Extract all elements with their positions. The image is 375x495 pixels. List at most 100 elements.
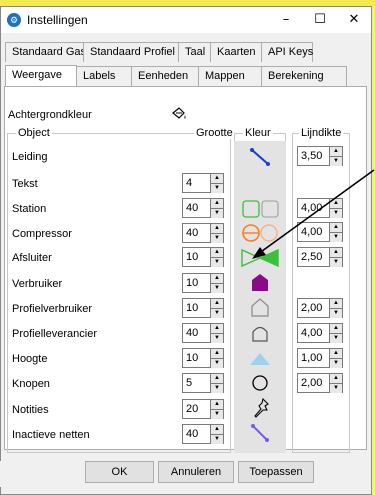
row-name-profielleverancier: Profielleverancier xyxy=(12,328,97,340)
color-swatch-verbruiker[interactable] xyxy=(234,272,286,294)
stepper-arrows[interactable]: ▲ ▼ xyxy=(210,274,223,293)
tab-standaard-gas[interactable]: Standaard Gas xyxy=(5,42,86,62)
pin-icon xyxy=(254,397,269,418)
paint-bucket-icon[interactable] xyxy=(170,106,188,122)
linewidth-stepper-compressor[interactable]: 4,00 ▲ ▼ xyxy=(297,222,343,242)
row-name-inactieve-netten: Inactieve netten xyxy=(12,429,90,441)
color-swatch-station[interactable] xyxy=(234,198,286,220)
color-swatch-profielleverancier[interactable] xyxy=(234,322,286,344)
consumer-icon xyxy=(252,274,268,291)
size-stepper-notities[interactable]: 20 ▲ ▼ xyxy=(182,399,224,419)
size-stepper-compressor[interactable]: 40 ▲ ▼ xyxy=(182,223,224,243)
stepper-arrows[interactable]: ▲ ▼ xyxy=(329,147,342,166)
color-swatch-afsluiter[interactable] xyxy=(234,247,286,269)
row-name-tekst: Tekst xyxy=(12,178,38,190)
maximize-button[interactable]: ☐ xyxy=(303,7,337,33)
tab-row-1: Standaard Gas Standaard Profiel Taal Kaa… xyxy=(5,42,313,63)
linewidth-stepper-leiding[interactable]: 3,50 ▲ ▼ xyxy=(297,146,343,166)
tab-labels[interactable]: Labels xyxy=(76,66,132,86)
stepper-arrows[interactable]: ▲ ▼ xyxy=(210,224,223,243)
tab-taal[interactable]: Taal xyxy=(178,42,211,62)
size-stepper-inactieve-netten[interactable]: 40 ▲ ▼ xyxy=(182,424,224,444)
node-icon xyxy=(252,375,268,391)
window-title: Instellingen xyxy=(27,13,88,27)
background-color-label: Achtergrondkleur xyxy=(8,109,92,121)
tab-standaard-profiel[interactable]: Standaard Profiel xyxy=(83,42,179,62)
size-stepper-station[interactable]: 40 ▲ ▼ xyxy=(182,198,224,218)
apply-button[interactable]: Toepassen xyxy=(238,461,314,483)
color-swatch-inactieve-netten[interactable] xyxy=(234,422,286,444)
tab-eenheden[interactable]: Eenheden xyxy=(131,66,199,86)
compressor-icon xyxy=(242,224,278,242)
size-stepper-hoogte[interactable]: 10 ▲ ▼ xyxy=(182,348,224,368)
profile-supplier-icon xyxy=(252,326,268,342)
row-name-station: Station xyxy=(12,203,47,215)
stepper-arrows[interactable]: ▲ ▼ xyxy=(210,374,223,393)
size-stepper-knopen[interactable]: 5 ▲ ▼ xyxy=(182,373,224,393)
tab-berekening[interactable]: Berekening xyxy=(261,66,347,86)
settings-app-icon: ⚙ xyxy=(7,13,21,27)
row-name-verbruiker: Verbruiker xyxy=(12,278,63,290)
cancel-button[interactable]: Annuleren xyxy=(158,461,234,483)
stepper-arrows[interactable]: ▲ ▼ xyxy=(210,199,223,218)
linewidth-fieldset: Lijndikte xyxy=(292,127,350,453)
color-swatch-notities[interactable] xyxy=(234,397,286,419)
linewidth-header: Lijndikte xyxy=(299,127,344,139)
linewidth-stepper-afsluiter[interactable]: 2,50 ▲ ▼ xyxy=(297,247,343,267)
linewidth-stepper-hoogte[interactable]: 1,00 ▲ ▼ xyxy=(297,348,343,368)
stepper-arrows[interactable]: ▲ ▼ xyxy=(210,400,223,419)
size-stepper-afsluiter[interactable]: 10 ▲ ▼ xyxy=(182,247,224,267)
minimize-button[interactable]: – xyxy=(269,7,303,33)
close-button[interactable]: ✕ xyxy=(337,7,371,33)
station-icon xyxy=(242,200,279,218)
row-name-leiding: Leiding xyxy=(12,151,48,163)
line-segment-icon xyxy=(250,148,270,166)
color-swatch-knopen[interactable] xyxy=(234,372,286,394)
tab-kaarten[interactable]: Kaarten xyxy=(210,42,262,62)
size-stepper-tekst[interactable]: 4 ▲ ▼ xyxy=(182,173,224,193)
stepper-arrows[interactable]: ▲ ▼ xyxy=(329,248,342,267)
profile-consumer-icon xyxy=(251,298,269,317)
stepper-arrows[interactable]: ▲ ▼ xyxy=(210,248,223,267)
button-bar: OK Annuleren Toepassen xyxy=(0,461,370,487)
color-header: Kleur xyxy=(243,127,273,139)
row-name-afsluiter: Afsluiter xyxy=(12,252,52,264)
linewidth-stepper-profielverbruiker[interactable]: 2,00 ▲ ▼ xyxy=(297,298,343,318)
stepper-arrows[interactable]: ▲ ▼ xyxy=(329,299,342,318)
row-name-notities: Notities xyxy=(12,404,49,416)
row-name-hoogte: Hoogte xyxy=(12,353,48,365)
linewidth-stepper-station[interactable]: 4,00 ▲ ▼ xyxy=(297,198,343,218)
stepper-arrows[interactable]: ▲ ▼ xyxy=(329,223,342,242)
object-header: Object xyxy=(16,127,52,139)
row-name-knopen: Knopen xyxy=(12,378,50,390)
color-swatch-profielverbruiker[interactable] xyxy=(234,297,286,319)
tab-row-2: Weergave Labels Eenheden Mappen Berekeni… xyxy=(5,65,347,87)
tab-weergave[interactable]: Weergave xyxy=(5,65,77,87)
stepper-arrows[interactable]: ▲ ▼ xyxy=(329,349,342,368)
stepper-arrows[interactable]: ▲ ▼ xyxy=(329,374,342,393)
stepper-arrows[interactable]: ▲ ▼ xyxy=(329,199,342,218)
height-icon xyxy=(250,353,270,365)
color-swatch-compressor[interactable] xyxy=(234,222,286,244)
size-header: Grootte xyxy=(194,127,235,139)
stepper-arrows[interactable]: ▲ ▼ xyxy=(210,324,223,343)
linewidth-stepper-profielleverancier[interactable]: 4,00 ▲ ▼ xyxy=(297,323,343,343)
row-name-profielverbruiker: Profielverbruiker xyxy=(12,303,93,315)
tab-mappen[interactable]: Mappen xyxy=(198,66,262,86)
size-stepper-verbruiker[interactable]: 10 ▲ ▼ xyxy=(182,273,224,293)
color-swatch-leiding[interactable] xyxy=(234,146,286,168)
size-stepper-profielverbruiker[interactable]: 10 ▲ ▼ xyxy=(182,298,224,318)
inactive-line-icon xyxy=(251,424,269,442)
valve-icon xyxy=(241,248,279,268)
color-swatch-hoogte[interactable] xyxy=(234,347,286,369)
stepper-arrows[interactable]: ▲ ▼ xyxy=(210,299,223,318)
title-bar: ⚙ Instellingen – ☐ ✕ xyxy=(1,7,371,33)
stepper-arrows[interactable]: ▲ ▼ xyxy=(329,324,342,343)
linewidth-stepper-knopen[interactable]: 2,00 ▲ ▼ xyxy=(297,373,343,393)
stepper-arrows[interactable]: ▲ ▼ xyxy=(210,349,223,368)
stepper-arrows[interactable]: ▲ ▼ xyxy=(210,174,223,193)
ok-button[interactable]: OK xyxy=(85,461,154,483)
tab-api-keys[interactable]: API Keys xyxy=(261,42,313,62)
size-stepper-profielleverancier[interactable]: 40 ▲ ▼ xyxy=(182,323,224,343)
stepper-arrows[interactable]: ▲ ▼ xyxy=(210,425,223,444)
